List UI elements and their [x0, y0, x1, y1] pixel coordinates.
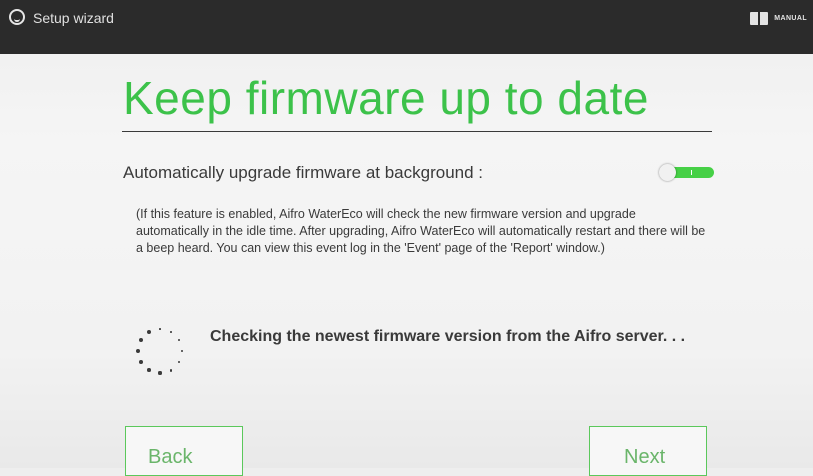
spinner-dot — [169, 368, 173, 372]
title-divider — [122, 131, 712, 132]
spinner-dot — [158, 371, 162, 375]
feature-description: (If this feature is enabled, Aifro Water… — [136, 207, 706, 255]
back-button[interactable]: Back — [125, 426, 243, 476]
status-message: Checking the newest firmware version fro… — [210, 328, 686, 345]
manual-button[interactable]: MANUAL — [750, 10, 807, 26]
next-button[interactable]: Next — [589, 426, 707, 476]
spinner-dot — [177, 360, 181, 364]
spinner-dot — [139, 360, 143, 364]
spinner-dot — [147, 368, 151, 372]
auto-upgrade-label: Automatically upgrade firmware at backgr… — [123, 163, 484, 182]
app-title: Setup wizard — [33, 10, 114, 26]
spinner-dot — [180, 349, 184, 353]
spinner-dot — [146, 329, 152, 335]
top-bar: Setup wizard MANUAL — [0, 0, 813, 54]
spinner-dot — [159, 328, 161, 330]
spinner-dot — [170, 331, 172, 333]
loading-spinner-icon — [132, 323, 188, 379]
app-logo-icon — [9, 9, 25, 25]
book-icon — [750, 11, 769, 25]
auto-upgrade-toggle[interactable] — [659, 164, 714, 181]
toggle-knob[interactable] — [659, 164, 676, 181]
spinner-dot — [138, 337, 144, 343]
manual-label: MANUAL — [774, 14, 807, 22]
page-title: Keep firmware up to date — [123, 72, 649, 124]
spinner-dot — [135, 348, 141, 354]
spinner-dot — [178, 338, 181, 342]
